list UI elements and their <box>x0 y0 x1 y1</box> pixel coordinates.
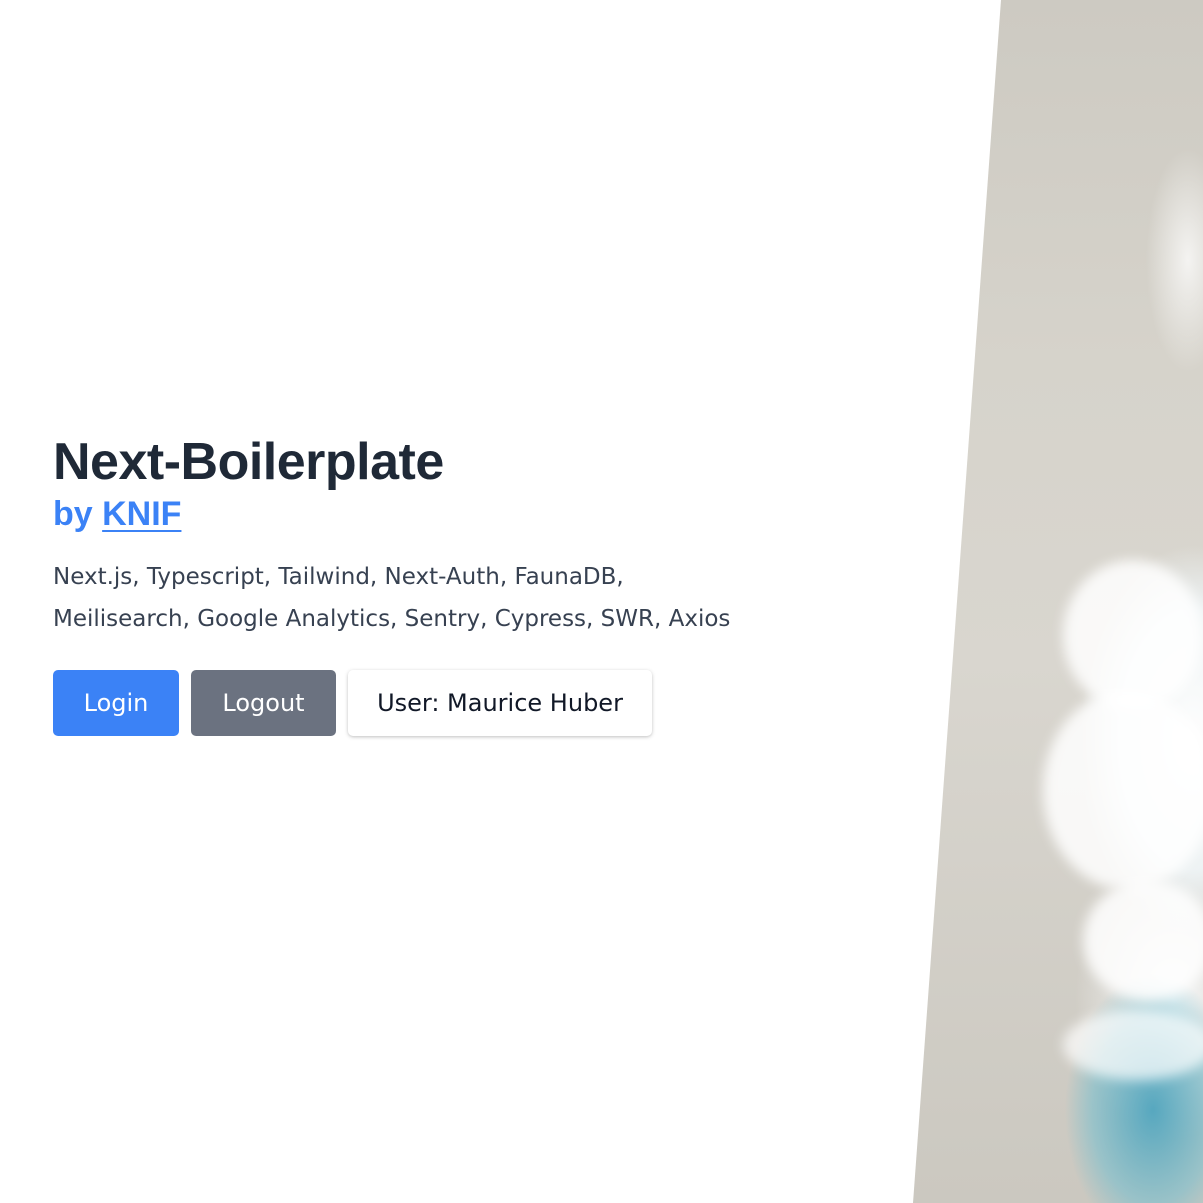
knif-link[interactable]: KNIF <box>102 495 181 533</box>
byline: by KNIF <box>53 492 813 536</box>
description-line-1: Next.js, Typescript, Tailwind, Next-Auth… <box>53 564 624 590</box>
byline-prefix: by <box>53 495 103 533</box>
beach-aerial-photo <box>913 0 1203 1203</box>
user-badge: User: Maurice Huber <box>348 670 652 736</box>
hero-content: Next-Boilerplate by KNIF Next.js, Typesc… <box>53 432 813 736</box>
auth-actions: Login Logout User: Maurice Huber <box>53 670 813 736</box>
description-line-2: Meilisearch, Google Analytics, Sentry, C… <box>53 606 731 632</box>
logout-button[interactable]: Logout <box>191 670 336 736</box>
page: Next-Boilerplate by KNIF Next.js, Typesc… <box>0 0 1203 1203</box>
tech-stack-description: Next.js, Typescript, Tailwind, Next-Auth… <box>53 556 773 640</box>
login-button[interactable]: Login <box>53 670 179 736</box>
page-title: Next-Boilerplate <box>53 433 444 491</box>
